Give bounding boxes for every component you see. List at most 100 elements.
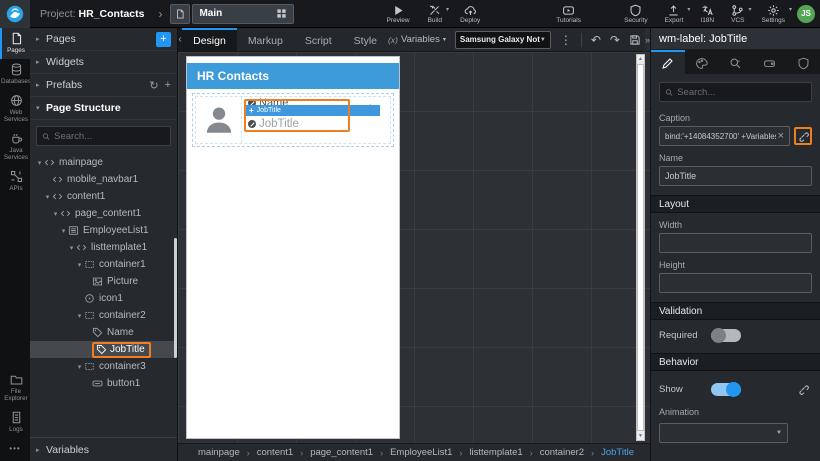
caption-bind-button[interactable]	[794, 127, 812, 145]
clear-binding-icon[interactable]: ×	[778, 130, 784, 142]
tab-properties[interactable]	[651, 50, 685, 74]
employee-list-widget[interactable]: Name + JobTitle JobTitle	[192, 93, 394, 147]
scroll-down-icon[interactable]: ▼	[638, 432, 643, 440]
breadcrumb-item-mainpage[interactable]: mainpage	[198, 447, 240, 458]
expander-icon[interactable]: ▾	[59, 227, 68, 235]
topbar-preview-button[interactable]: Preview	[386, 0, 410, 28]
topbar-build-button[interactable]: ▾ Build	[428, 0, 449, 28]
scroll-up-icon[interactable]: ▲	[638, 55, 643, 63]
breadcrumb-item-JobTitle[interactable]: JobTitle	[601, 447, 634, 458]
save-button[interactable]	[629, 34, 641, 46]
design-canvas[interactable]: HR Contacts Name + JobTitle JobTitle ▲ ▼	[178, 52, 650, 443]
rail-item-databases[interactable]: Databases	[0, 59, 31, 90]
canvas-tab-design[interactable]: Design	[182, 28, 237, 51]
section-page-structure[interactable]: ▾ Page Structure	[30, 97, 177, 120]
tree-node-button1[interactable]: button1	[30, 375, 177, 392]
add-page-button[interactable]: +	[156, 31, 171, 47]
expander-icon[interactable]: ▾	[75, 363, 84, 371]
tree-node-icon1[interactable]: icon1	[30, 290, 177, 307]
phone-preview[interactable]: HR Contacts Name + JobTitle JobTitle	[186, 56, 400, 439]
tree-node-JobTitle[interactable]: JobTitle	[30, 341, 177, 358]
tree-node-container1[interactable]: ▾ container1	[30, 256, 177, 273]
section-variables[interactable]: ▸ Variables	[30, 437, 177, 461]
tab-device[interactable]	[752, 50, 786, 74]
expander-icon[interactable]: ▾	[75, 312, 84, 320]
height-field[interactable]	[659, 273, 812, 293]
tree-search-input[interactable]	[54, 130, 165, 142]
refresh-icon[interactable]: ↻	[149, 79, 158, 92]
animation-select[interactable]: ▼	[659, 423, 788, 443]
add-prefab-button[interactable]: +	[165, 79, 171, 91]
required-toggle[interactable]	[711, 328, 741, 343]
tree-node-mainpage[interactable]: ▾ mainpage	[30, 154, 177, 171]
section-prefabs[interactable]: ▸ Prefabs ↻ +	[30, 74, 177, 97]
canvas-scrollbar[interactable]: ▲ ▼	[636, 54, 645, 441]
variables-dropdown[interactable]: (x) Variables ▾	[388, 34, 446, 45]
breadcrumb-item-container2[interactable]: container2	[540, 447, 584, 458]
rail-item-pages[interactable]: Pages	[0, 28, 30, 59]
more-vertical-icon[interactable]: ⋮	[560, 33, 572, 47]
rail-item-file-explorer[interactable]: File Explorer	[0, 369, 30, 407]
rail-item-java-services[interactable]: Java Services	[0, 128, 30, 166]
show-bind-button[interactable]	[794, 380, 812, 398]
tab-inspect[interactable]	[719, 50, 753, 74]
panel-scrollbar[interactable]	[174, 238, 177, 358]
topbar-settings-button[interactable]: ▾ Settings	[762, 0, 792, 28]
more-menu-button[interactable]: •••	[0, 438, 30, 461]
jobtitle-label-widget[interactable]: JobTitle	[248, 118, 299, 130]
section-pages[interactable]: ▸ Pages +	[30, 28, 177, 51]
expander-icon[interactable]: ▾	[75, 261, 84, 269]
tree-node-container3[interactable]: ▾ container3	[30, 358, 177, 375]
topbar-security-button[interactable]: Security	[624, 0, 648, 28]
rail-item-logs[interactable]: Logs	[0, 407, 30, 438]
undo-button[interactable]: ↶	[591, 33, 601, 47]
section-widgets[interactable]: ▸ Widgets	[30, 51, 177, 74]
breadcrumb-item-page_content1[interactable]: page_content1	[310, 447, 373, 458]
topbar-vcs-button[interactable]: ▾ VCS	[731, 0, 752, 28]
main-page-tab[interactable]: Main	[192, 3, 295, 24]
scrollbar-handle[interactable]	[637, 64, 644, 431]
list-template-item[interactable]: Name + JobTitle JobTitle	[195, 96, 391, 144]
user-avatar[interactable]: JS	[797, 4, 815, 23]
properties-search-input[interactable]	[677, 86, 806, 98]
topbar-deploy-button[interactable]: Deploy	[460, 0, 480, 28]
rail-item-apis[interactable]: APIs	[0, 166, 30, 197]
tree-node-container2[interactable]: ▾ container2	[30, 307, 177, 324]
expander-icon[interactable]: ▾	[35, 159, 44, 167]
breadcrumb-item-listtemplate1[interactable]: listtemplate1	[469, 447, 522, 458]
breadcrumb-item-content1[interactable]: content1	[257, 447, 293, 458]
topbar-tutorials-button[interactable]: Tutorials	[556, 0, 581, 28]
topbar-i18n-button[interactable]: I18N	[700, 0, 714, 28]
mobile-navbar[interactable]: HR Contacts	[187, 63, 399, 89]
topbar-export-button[interactable]: ▾ Export	[665, 0, 690, 28]
device-selector[interactable]: Samsung Galaxy Note III ▼	[454, 30, 551, 49]
canvas-tab-style[interactable]: Style	[343, 28, 388, 51]
page-icon-button[interactable]	[170, 3, 191, 24]
tree-node-Picture[interactable]: Picture	[30, 273, 177, 290]
expander-icon[interactable]: ▾	[51, 210, 60, 218]
tab-styles[interactable]	[685, 50, 719, 74]
selection-overlay[interactable]: + JobTitle	[246, 105, 380, 116]
show-toggle[interactable]	[711, 381, 741, 397]
name-field[interactable]	[659, 166, 812, 186]
rail-item-web-services[interactable]: Web Services	[0, 90, 30, 128]
tree-node-listtemplate1[interactable]: ▾ listtemplate1	[30, 239, 177, 256]
container2-widget[interactable]: Name + JobTitle JobTitle	[242, 97, 380, 143]
width-field[interactable]	[659, 233, 812, 253]
caption-field[interactable]: bind:'+14084352700' +Variables.HrdbE ×	[659, 126, 790, 146]
picture-widget[interactable]	[196, 97, 242, 143]
tree-node-mobile_navbar1[interactable]: mobile_navbar1	[30, 171, 177, 188]
redo-button[interactable]: ↷	[610, 33, 620, 47]
breadcrumb-item-EmployeeList1[interactable]: EmployeeList1	[390, 447, 452, 458]
tree-node-EmployeeList1[interactable]: ▾ EmployeeList1	[30, 222, 177, 239]
canvas-tab-markup[interactable]: Markup	[237, 28, 294, 51]
call-button-widget[interactable]	[356, 97, 390, 143]
tree-node-content1[interactable]: ▾ content1	[30, 188, 177, 205]
tab-security[interactable]	[786, 50, 820, 74]
expander-icon[interactable]: ▾	[67, 244, 76, 252]
tree-node-Name[interactable]: Name	[30, 324, 177, 341]
wavemaker-logo[interactable]	[0, 0, 30, 28]
tree-node-page_content1[interactable]: ▾ page_content1	[30, 205, 177, 222]
canvas-tab-script[interactable]: Script	[294, 28, 343, 51]
expander-icon[interactable]: ▾	[43, 193, 52, 201]
